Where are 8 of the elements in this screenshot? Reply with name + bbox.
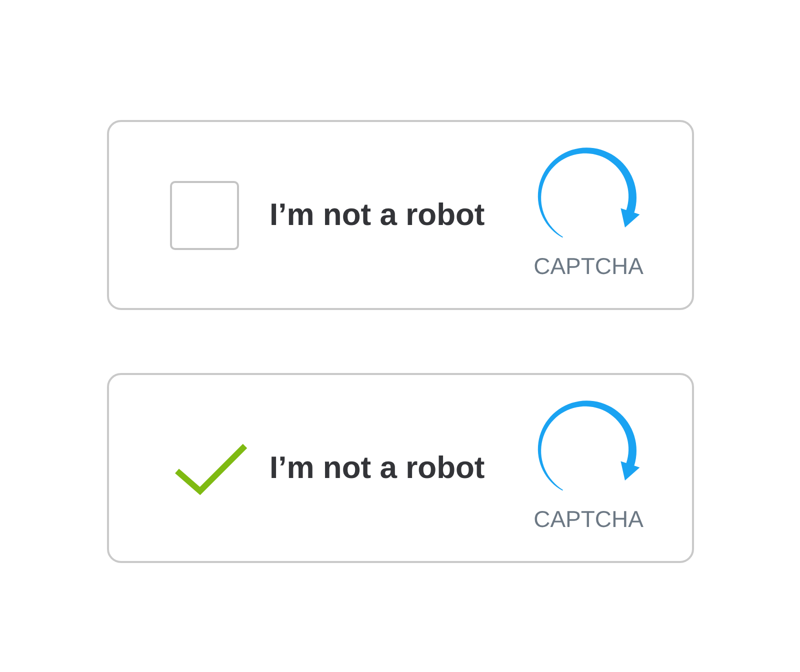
checkbox-label: I’m not a robot bbox=[270, 450, 485, 486]
circular-arrow-icon bbox=[536, 146, 642, 238]
checkbox-label: I’m not a robot bbox=[270, 197, 485, 233]
logo-caption: CAPTCHA bbox=[534, 508, 644, 530]
logo-caption: CAPTCHA bbox=[534, 254, 644, 278]
checkbox[interactable] bbox=[170, 180, 238, 250]
circular-arrow-icon bbox=[536, 400, 642, 492]
checkmark-icon[interactable] bbox=[174, 442, 248, 494]
